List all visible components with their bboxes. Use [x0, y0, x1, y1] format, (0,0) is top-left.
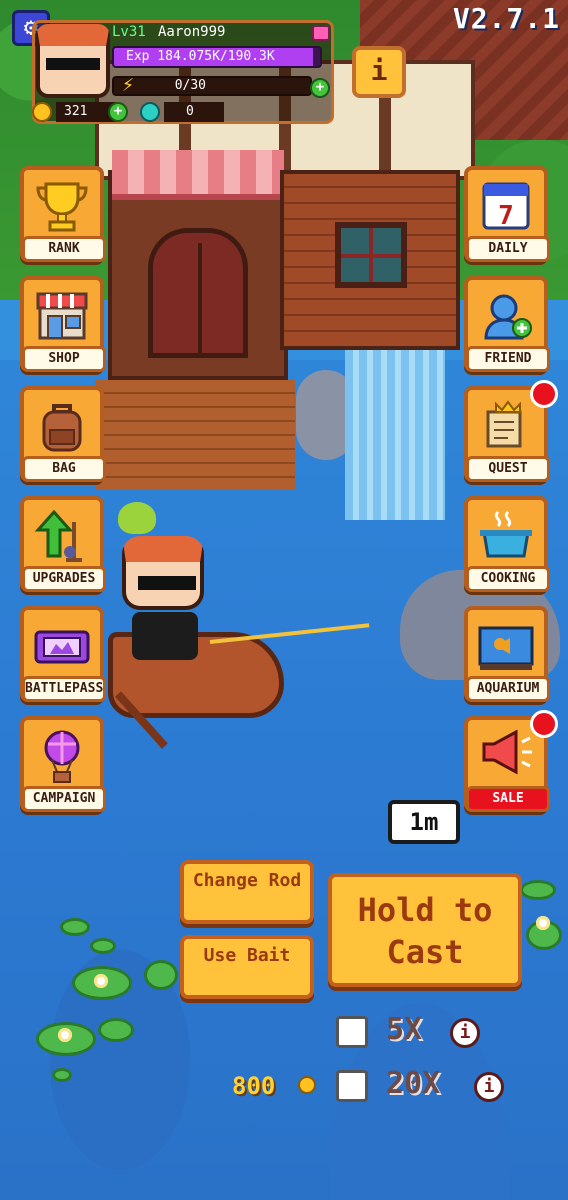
campaign-label: CAMPAIGN [22, 786, 106, 812]
multiplier-5x-label: 5X [386, 1012, 423, 1047]
daily-label: DAILY [466, 236, 550, 262]
shop-awning [112, 150, 284, 200]
multiplier-20x-info-icon[interactable]: i [474, 1072, 504, 1102]
multiplier-20x-price: 800 [232, 1072, 276, 1100]
lily-pad [90, 938, 116, 954]
sale-label: SALE [466, 786, 550, 812]
battlepass-button[interactable]: BATTLEPASS [20, 606, 106, 702]
house-door [148, 228, 248, 358]
coin-icon [32, 102, 52, 122]
lily-flower [58, 1028, 72, 1042]
exp-bar: Exp 184.075K/190.3K [112, 46, 322, 68]
multiplier-5x-info-icon[interactable]: i [450, 1018, 480, 1048]
pot-icon [480, 510, 532, 558]
fisher-body [132, 612, 198, 660]
gem-icon [140, 102, 160, 122]
balloon-icon [44, 730, 80, 783]
use-bait-button[interactable]: Use Bait [180, 935, 314, 999]
friend-label: FRIEND [466, 346, 550, 372]
player-name: Aaron999 [158, 24, 226, 40]
cast-distance: 1m [388, 800, 460, 844]
multiplier-5x-checkbox[interactable] [336, 1016, 368, 1048]
lily-flower [94, 974, 108, 988]
hold-to-cast-button[interactable]: Hold to Cast [328, 873, 522, 987]
change-rod-button[interactable]: Change Rod [180, 860, 314, 924]
upgrades-label: UPGRADES [22, 566, 106, 592]
energy-bar: 0/30 [112, 76, 312, 96]
lily-flower [536, 916, 550, 930]
ticket-icon [34, 630, 90, 664]
shop-label: SHOP [22, 346, 106, 372]
rank-label: RANK [22, 236, 106, 262]
energy-bolt-icon: ⚡ [122, 72, 135, 96]
add-energy-button[interactable]: + [310, 78, 330, 98]
info-button[interactable]: i [352, 46, 406, 98]
player-avatar[interactable] [36, 24, 110, 98]
shop-button[interactable]: SHOP [20, 276, 106, 372]
wooden-porch [95, 380, 295, 490]
megaphone-icon [482, 729, 532, 775]
fish-tank-icon [478, 626, 534, 670]
quest-label: QUEST [466, 456, 550, 482]
rank-button[interactable]: RANK [20, 166, 106, 262]
add-coins-button[interactable]: + [108, 102, 128, 122]
lily-pad [60, 918, 90, 936]
lily-pad [520, 880, 556, 900]
version-label: V2.7.1 [452, 2, 560, 35]
friend-button[interactable]: FRIEND [464, 276, 550, 372]
upgrade-arrow-icon [34, 509, 82, 562]
waterfall [345, 350, 445, 520]
upgrades-button[interactable]: UPGRADES [20, 496, 106, 592]
sunglasses [138, 576, 196, 590]
cooking-label: COOKING [466, 566, 550, 592]
calendar-icon: 7 [482, 182, 530, 231]
lily-pad [144, 960, 178, 990]
cabin-window [335, 222, 407, 288]
calendar-day: 7 [498, 201, 514, 231]
daily-button[interactable]: 7 DAILY [464, 166, 550, 262]
fisher-character [122, 536, 204, 610]
battlepass-label: BATTLEPASS [22, 676, 106, 702]
parrot [118, 502, 156, 534]
lily-pad [52, 1068, 72, 1082]
coin-count: 321 [56, 102, 116, 122]
multiplier-20x-checkbox[interactable] [336, 1070, 368, 1102]
cooking-button[interactable]: COOKING [464, 496, 550, 592]
scroll-icon [486, 400, 522, 448]
gem-count: 0 [164, 102, 224, 122]
trophy-icon [36, 182, 88, 232]
quest-notification-badge [530, 380, 558, 408]
campaign-button[interactable]: CAMPAIGN [20, 716, 106, 812]
backpack-icon [42, 404, 82, 452]
lily-pad [98, 1018, 134, 1042]
profile-card-icon[interactable] [312, 25, 330, 41]
aquarium-label: AQUARIUM [466, 676, 550, 702]
bag-label: BAG [22, 456, 106, 482]
bag-button[interactable]: BAG [20, 386, 106, 482]
shop-icon [36, 292, 88, 340]
add-friend-icon [484, 294, 532, 340]
player-level: Lv31 [112, 24, 146, 40]
multiplier-20x-label: 20X [386, 1066, 441, 1101]
price-coin-icon [298, 1076, 316, 1094]
aquarium-button[interactable]: AQUARIUM [464, 606, 550, 702]
sale-notification-badge [530, 710, 558, 738]
